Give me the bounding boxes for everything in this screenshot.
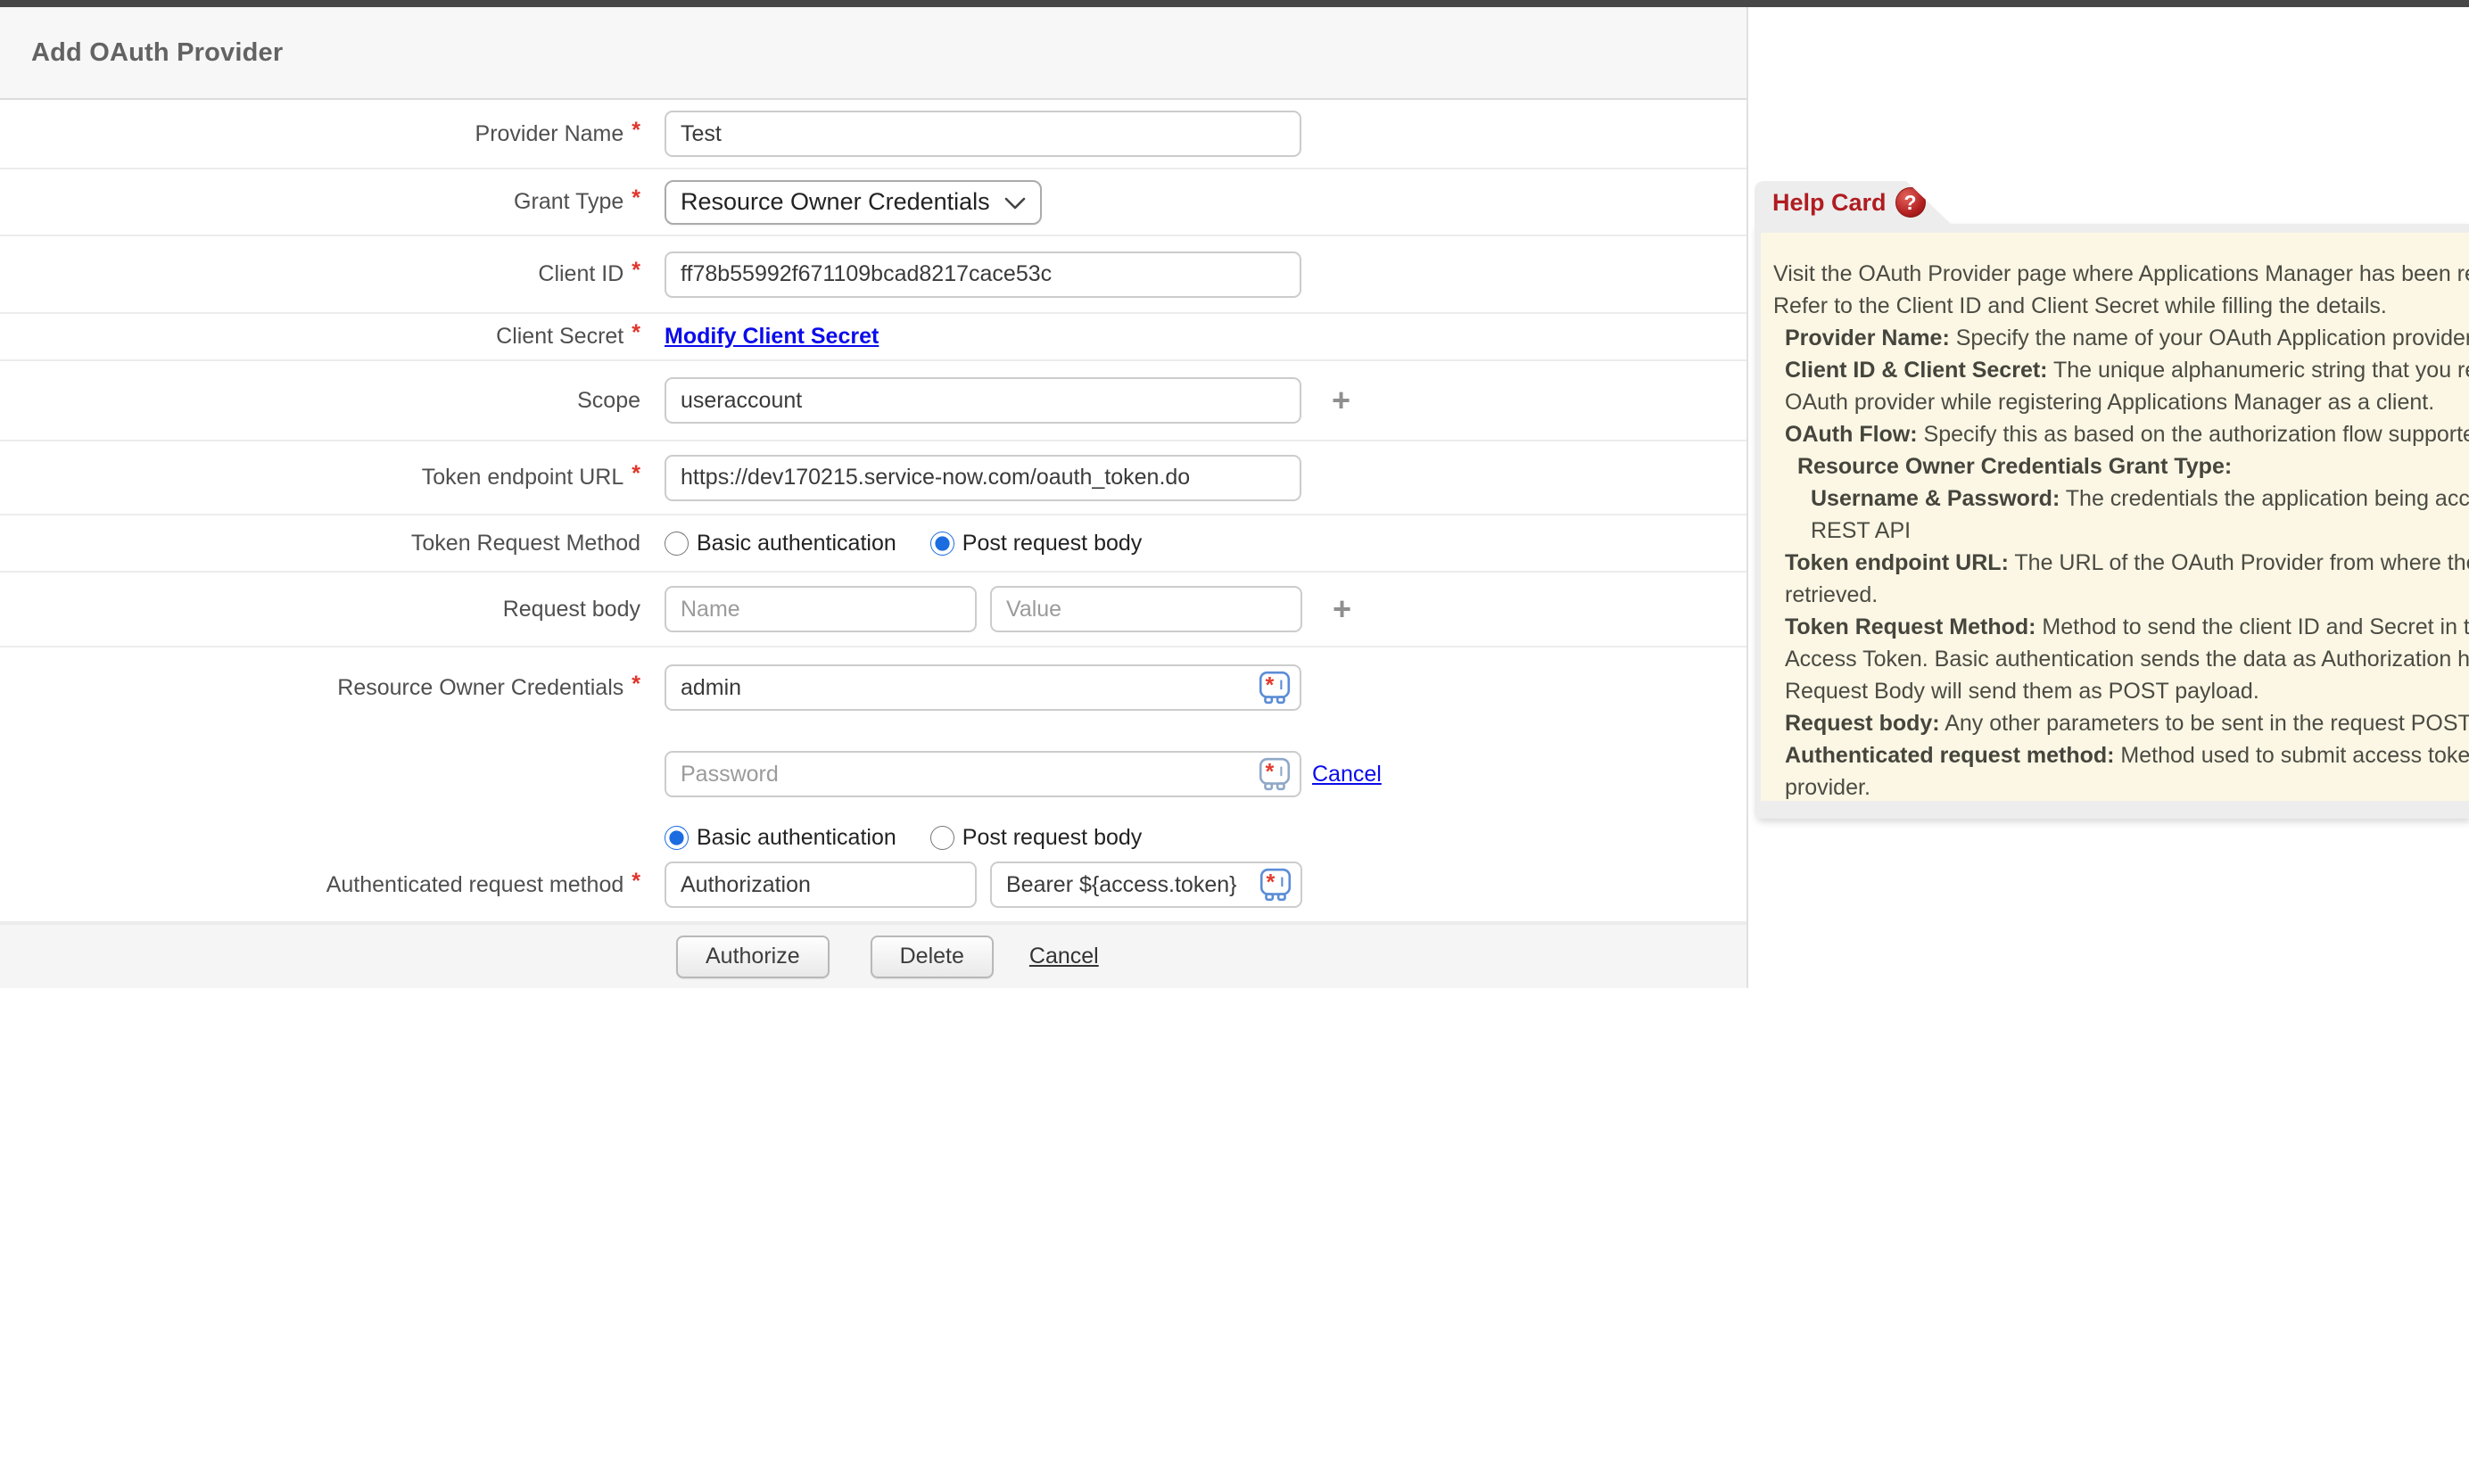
svg-text:*: * bbox=[1265, 672, 1274, 697]
row-provider-name: Provider Name * bbox=[0, 100, 1746, 169]
form-header: Add OAuth Provider bbox=[0, 7, 1746, 100]
scope-label: Scope bbox=[577, 388, 640, 414]
required-asterisk: * bbox=[632, 672, 640, 697]
request-body-value-input[interactable] bbox=[990, 586, 1302, 632]
username-subrow: Resource Owner Credentials * * bbox=[0, 664, 1746, 711]
provider-name-label: Provider Name bbox=[475, 121, 624, 147]
client-secret-label: Client Secret bbox=[496, 324, 623, 350]
help-line: Resource Owner Credentials Grant Type: bbox=[1773, 450, 2457, 482]
modify-client-secret-link[interactable]: Modify Client Secret bbox=[665, 324, 879, 350]
post-request-body-radio[interactable] bbox=[930, 826, 954, 850]
required-asterisk: * bbox=[632, 461, 640, 487]
svg-text:*: * bbox=[1266, 870, 1275, 895]
help-line: Token Request Method: Method to send the… bbox=[1773, 611, 2457, 643]
top-bar bbox=[0, 0, 2469, 7]
cancel-credentials-link[interactable]: Cancel bbox=[1312, 762, 1382, 787]
required-asterisk: * bbox=[632, 186, 640, 211]
help-line: Token endpoint URL: The URL of the OAuth… bbox=[1773, 547, 2457, 579]
radio-label: Basic authentication bbox=[697, 825, 896, 851]
token-request-method-label: Token Request Method bbox=[411, 531, 640, 556]
token-request-method-radios: Basic authentication Post request body bbox=[665, 531, 1142, 556]
help-line: OAuth provider while registering Applica… bbox=[1773, 386, 2457, 418]
required-asterisk: * bbox=[632, 869, 640, 895]
authorize-button[interactable]: Authorize bbox=[676, 936, 830, 978]
help-card-title: Help Card bbox=[1772, 189, 1887, 217]
help-line: Authenticated request method: Method use… bbox=[1773, 739, 2457, 771]
delete-button[interactable]: Delete bbox=[871, 936, 994, 978]
row-client-id: Client ID * bbox=[0, 236, 1746, 314]
help-card-tab: Help Card ? bbox=[1755, 181, 1951, 224]
radio-basic-authentication[interactable]: Basic authentication bbox=[665, 531, 896, 556]
radio-basic-authentication[interactable]: Basic authentication bbox=[665, 825, 896, 851]
row-resource-owner-credentials: Resource Owner Credentials * * bbox=[0, 647, 1746, 923]
form-footer: Authorize Delete Cancel bbox=[0, 923, 1746, 988]
help-line: Request Body will send them as POST payl… bbox=[1773, 675, 2457, 707]
provider-name-input[interactable] bbox=[665, 111, 1301, 157]
grant-type-select[interactable]: Resource Owner Credentials bbox=[665, 180, 1042, 225]
chevron-down-icon bbox=[1004, 197, 1026, 210]
help-line: Refer to the Client ID and Client Secret… bbox=[1773, 290, 2457, 322]
help-line: retrieved. bbox=[1773, 579, 2457, 611]
help-line: REST API bbox=[1773, 515, 2457, 547]
authenticated-request-method-radios: Basic authentication Post request body bbox=[665, 825, 1142, 851]
radio-label: Post request body bbox=[962, 825, 1143, 851]
help-line: Request body: Any other parameters to be… bbox=[1773, 707, 2457, 739]
credential-asterisk-icon[interactable]: * bbox=[1257, 670, 1292, 705]
help-card-body: Visit the OAuth Provider page where Appl… bbox=[1755, 224, 2469, 819]
credential-asterisk-icon[interactable]: * bbox=[1258, 867, 1293, 903]
row-client-secret: Client Secret * Modify Client Secret bbox=[0, 314, 1746, 361]
help-card-text: Visit the OAuth Provider page where Appl… bbox=[1761, 233, 2469, 801]
help-line: Access Token. Basic authentication sends… bbox=[1773, 643, 2457, 675]
row-request-body: Request body + bbox=[0, 573, 1746, 647]
password-input[interactable] bbox=[665, 751, 1301, 797]
radio-post-request-body[interactable]: Post request body bbox=[930, 531, 1143, 556]
add-oauth-provider-form: Add OAuth Provider Provider Name * Grant… bbox=[0, 7, 1748, 988]
help-line: OAuth Flow: Specify this as based on the… bbox=[1773, 418, 2457, 450]
help-line: Username & Password: The credentials the… bbox=[1773, 482, 2457, 515]
post-request-body-radio[interactable] bbox=[930, 532, 954, 556]
client-id-input[interactable] bbox=[665, 251, 1301, 298]
basic-authentication-radio[interactable] bbox=[665, 532, 689, 556]
scope-input[interactable] bbox=[665, 377, 1301, 424]
grant-type-label: Grant Type bbox=[514, 189, 623, 215]
question-badge-icon[interactable]: ? bbox=[1895, 187, 1926, 218]
auth-header-name-input[interactable] bbox=[665, 862, 977, 908]
required-asterisk: * bbox=[632, 320, 640, 346]
row-token-request-method: Token Request Method Basic authenticatio… bbox=[0, 515, 1746, 573]
password-subrow: * Cancel bbox=[0, 751, 1746, 797]
request-body-label: Request body bbox=[503, 597, 640, 622]
help-card: Help Card ? Visit the OAuth Provider pag… bbox=[1755, 181, 2469, 819]
resource-owner-credentials-label: Resource Owner Credentials bbox=[337, 675, 623, 701]
required-asterisk: * bbox=[632, 118, 640, 144]
token-endpoint-url-input[interactable] bbox=[665, 455, 1301, 501]
cancel-link[interactable]: Cancel bbox=[1029, 944, 1099, 969]
authenticated-method-radios-subrow: Basic authentication Post request body bbox=[0, 825, 1746, 851]
page-title: Add OAuth Provider bbox=[31, 38, 283, 68]
svg-text:*: * bbox=[1265, 759, 1274, 784]
add-request-body-plus-icon[interactable]: + bbox=[1333, 593, 1351, 625]
authenticated-request-method-label: Authenticated request method bbox=[326, 872, 624, 898]
radio-label: Post request body bbox=[962, 531, 1143, 556]
radio-post-request-body[interactable]: Post request body bbox=[930, 825, 1143, 851]
required-asterisk: * bbox=[632, 258, 640, 284]
username-input[interactable] bbox=[665, 664, 1301, 711]
basic-authentication-radio[interactable] bbox=[665, 826, 689, 850]
help-line: provider. bbox=[1773, 771, 2457, 801]
row-scope: Scope + bbox=[0, 361, 1746, 441]
row-grant-type: Grant Type * Resource Owner Credentials bbox=[0, 169, 1746, 236]
client-id-label: Client ID bbox=[538, 261, 623, 287]
row-token-endpoint-url: Token endpoint URL * bbox=[0, 441, 1746, 515]
help-line: Provider Name: Specify the name of your … bbox=[1773, 322, 2457, 354]
request-body-name-input[interactable] bbox=[665, 586, 977, 632]
auth-header-value-input[interactable] bbox=[990, 862, 1302, 908]
add-scope-plus-icon[interactable]: + bbox=[1332, 384, 1350, 416]
authenticated-method-fields-subrow: Authenticated request method * * bbox=[0, 862, 1746, 908]
credential-asterisk-icon[interactable]: * bbox=[1257, 756, 1292, 792]
help-line: Visit the OAuth Provider page where Appl… bbox=[1773, 258, 2457, 290]
token-endpoint-url-label: Token endpoint URL bbox=[422, 465, 624, 491]
grant-type-selected-value: Resource Owner Credentials bbox=[681, 188, 990, 216]
radio-label: Basic authentication bbox=[697, 531, 896, 556]
help-line: Client ID & Client Secret: The unique al… bbox=[1773, 354, 2457, 386]
